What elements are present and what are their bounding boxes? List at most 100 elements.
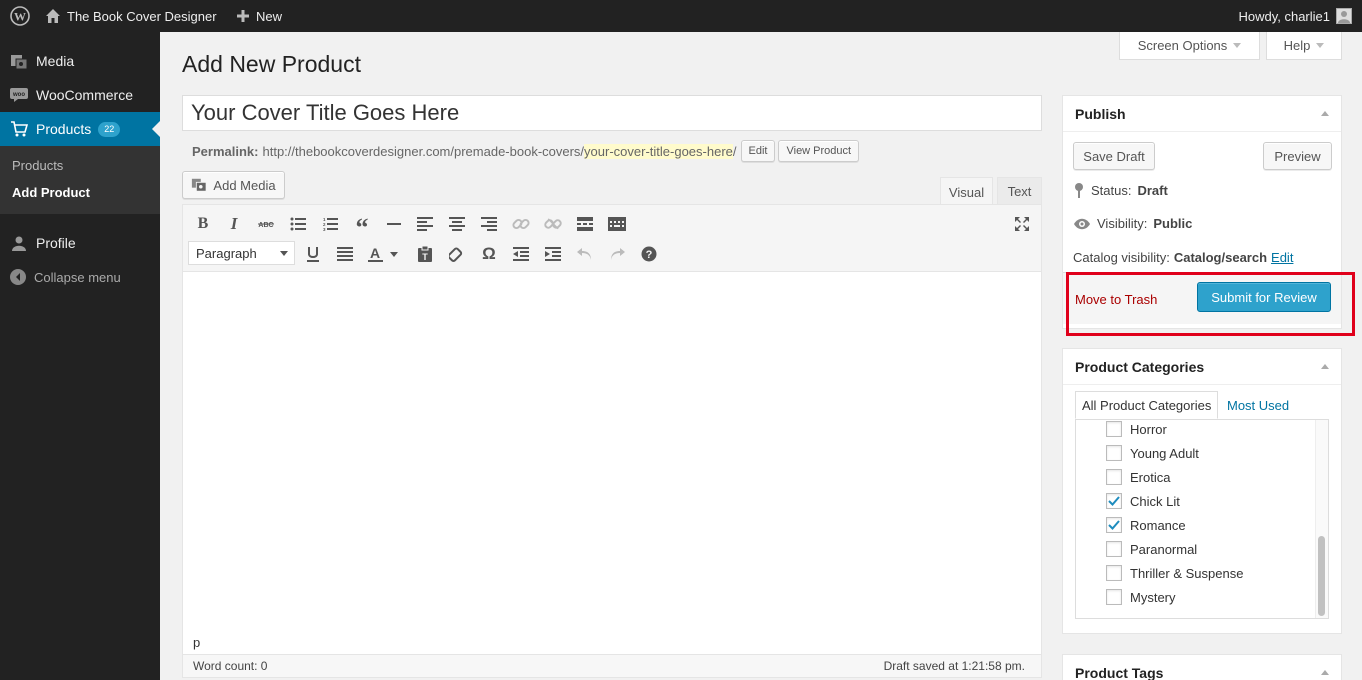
bullet-list-icon[interactable] bbox=[285, 211, 311, 237]
category-item[interactable]: Paranormal bbox=[1106, 541, 1197, 557]
align-center-icon[interactable] bbox=[444, 211, 470, 237]
new-content-button[interactable]: New bbox=[236, 0, 282, 32]
my-account-link[interactable]: Howdy, charlie1 bbox=[1238, 0, 1352, 32]
chevron-up-icon[interactable] bbox=[1321, 111, 1329, 116]
read-more-icon[interactable] bbox=[572, 211, 598, 237]
special-character-icon[interactable]: Ω bbox=[476, 241, 502, 267]
menu-item-media[interactable]: Media bbox=[0, 44, 160, 78]
category-item[interactable]: Thriller & Suspense bbox=[1106, 565, 1243, 581]
paste-text-icon[interactable]: T bbox=[412, 241, 438, 267]
tab-text[interactable]: Text bbox=[997, 177, 1042, 205]
submenu-item-products[interactable]: Products bbox=[12, 158, 63, 173]
checkbox[interactable] bbox=[1106, 469, 1122, 485]
justify-icon[interactable] bbox=[332, 241, 358, 267]
catalog-visibility-edit-link[interactable]: Edit bbox=[1271, 250, 1293, 265]
bold-icon[interactable]: B bbox=[190, 211, 216, 237]
product-tags-header[interactable]: Product Tags bbox=[1063, 655, 1341, 680]
svg-text:woo: woo bbox=[12, 92, 25, 98]
toolbar-toggle-icon[interactable] bbox=[604, 211, 630, 237]
align-right-icon[interactable] bbox=[476, 211, 502, 237]
unlink-icon[interactable] bbox=[540, 211, 566, 237]
checkbox[interactable] bbox=[1106, 565, 1122, 581]
undo-icon[interactable] bbox=[572, 241, 598, 267]
wordpress-logo-button[interactable]: W bbox=[10, 0, 30, 32]
tab-all-product-categories[interactable]: All Product Categories bbox=[1075, 391, 1219, 419]
collapse-label: Collapse menu bbox=[34, 269, 121, 285]
category-label: Young Adult bbox=[1130, 445, 1199, 461]
permalink-row: Permalink: http://thebookcoverdesigner.c… bbox=[192, 140, 860, 162]
status-row: Status: Draft bbox=[1073, 182, 1168, 198]
help-button[interactable]: Help bbox=[1266, 32, 1342, 60]
text-color-icon[interactable]: A bbox=[364, 241, 404, 267]
menu-label: WooCommerce bbox=[36, 87, 133, 103]
products-submenu: Products Add Product bbox=[0, 146, 160, 214]
clear-formatting-icon[interactable] bbox=[444, 241, 470, 267]
svg-text:T: T bbox=[422, 252, 428, 262]
current-menu-arrow bbox=[152, 121, 160, 137]
menu-item-woocommerce[interactable]: woo WooCommerce bbox=[0, 78, 160, 112]
help-icon[interactable]: ? bbox=[636, 241, 662, 267]
product-categories-header[interactable]: Product Categories bbox=[1063, 349, 1341, 385]
checkbox[interactable] bbox=[1106, 445, 1122, 461]
category-item[interactable]: Romance bbox=[1106, 517, 1186, 533]
checkbox[interactable] bbox=[1106, 589, 1122, 605]
link-icon[interactable] bbox=[508, 211, 534, 237]
category-item[interactable]: Horror bbox=[1106, 421, 1167, 437]
redo-icon[interactable] bbox=[604, 241, 630, 267]
menu-label: Products bbox=[36, 121, 92, 137]
woo-icon: woo bbox=[9, 85, 29, 105]
product-count-badge: 22 bbox=[98, 121, 121, 137]
howdy-text: Howdy, charlie1 bbox=[1238, 8, 1330, 24]
strikethrough-icon[interactable]: ABC bbox=[253, 211, 279, 237]
admin-bar: W The Book Cover Designer New Howdy, cha… bbox=[0, 0, 1362, 32]
checkbox[interactable] bbox=[1106, 541, 1122, 557]
edit-permalink-button[interactable]: Edit bbox=[740, 140, 776, 162]
product-tags-box: Product Tags bbox=[1062, 654, 1342, 680]
checkbox[interactable] bbox=[1106, 421, 1122, 437]
menu-item-profile[interactable]: Profile bbox=[0, 226, 160, 260]
italic-icon[interactable]: I bbox=[221, 211, 247, 237]
view-product-button[interactable]: View Product bbox=[778, 140, 860, 162]
screen-options-button[interactable]: Screen Options bbox=[1119, 32, 1260, 60]
numbered-list-icon[interactable]: 123 bbox=[317, 211, 343, 237]
publish-box-header[interactable]: Publish bbox=[1063, 96, 1341, 132]
product-tags-title: Product Tags bbox=[1075, 664, 1164, 680]
permalink-label: Permalink: bbox=[192, 143, 259, 159]
element-path: p bbox=[193, 635, 201, 650]
category-item[interactable]: Erotica bbox=[1106, 469, 1170, 485]
underline-icon[interactable] bbox=[300, 241, 326, 267]
tab-most-used[interactable]: Most Used bbox=[1221, 391, 1295, 419]
category-label: Horror bbox=[1130, 421, 1167, 437]
save-draft-button[interactable]: Save Draft bbox=[1073, 142, 1155, 170]
chevron-up-icon[interactable] bbox=[1321, 670, 1329, 675]
tab-visual[interactable]: Visual bbox=[940, 177, 993, 206]
checkbox[interactable] bbox=[1106, 517, 1122, 533]
category-item[interactable]: Mystery bbox=[1106, 589, 1176, 605]
category-item[interactable]: Chick Lit bbox=[1106, 493, 1180, 509]
add-media-button[interactable]: Add Media bbox=[182, 171, 285, 199]
align-left-icon[interactable] bbox=[412, 211, 438, 237]
format-select-value: Paragraph bbox=[196, 245, 257, 261]
outdent-icon[interactable] bbox=[508, 241, 534, 267]
horizontal-rule-icon[interactable] bbox=[381, 211, 407, 237]
site-name-link[interactable]: The Book Cover Designer bbox=[45, 0, 217, 32]
permalink-slug[interactable]: your-cover-title-goes-here bbox=[584, 143, 733, 159]
category-item[interactable]: Young Adult bbox=[1106, 445, 1199, 461]
post-title-input[interactable] bbox=[182, 95, 1042, 131]
collapse-menu-button[interactable]: Collapse menu bbox=[0, 262, 160, 292]
highlight-annotation-box bbox=[1066, 272, 1355, 336]
fullscreen-icon[interactable] bbox=[1009, 211, 1035, 237]
indent-icon[interactable] bbox=[540, 241, 566, 267]
blockquote-icon[interactable]: “ bbox=[349, 211, 375, 241]
chevron-up-icon[interactable] bbox=[1321, 364, 1329, 369]
submenu-item-add-product[interactable]: Add Product bbox=[12, 185, 90, 200]
pin-icon bbox=[1073, 182, 1085, 198]
checkbox[interactable] bbox=[1106, 493, 1122, 509]
collapse-icon bbox=[10, 269, 26, 285]
home-icon bbox=[45, 8, 61, 24]
category-scrollbar-thumb[interactable] bbox=[1318, 536, 1325, 616]
menu-item-products[interactable]: Products 22 bbox=[0, 112, 160, 146]
format-select[interactable]: Paragraph bbox=[188, 241, 295, 265]
preview-button[interactable]: Preview bbox=[1263, 142, 1332, 170]
menu-label: Profile bbox=[36, 235, 76, 251]
